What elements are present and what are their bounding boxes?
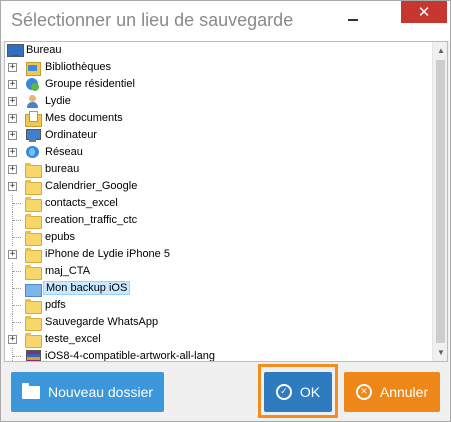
folder-icon (25, 162, 42, 178)
folder-tree-list: Bureau + Bibliothèques + Groupe résidentiel… (5, 42, 433, 362)
network-icon (25, 145, 40, 159)
check-circle-icon: ✓ (275, 384, 292, 400)
scroll-thumb[interactable] (436, 60, 445, 343)
tree-item-label: bureau (45, 163, 80, 175)
tree-item[interactable]: creation_traffic_ctc (5, 212, 433, 229)
tree-connector (12, 314, 22, 331)
expand-plus-icon[interactable]: + (8, 250, 17, 259)
title-bar: Sélectionner un lieu de sauvegarde ✕ (1, 1, 450, 41)
expand-plus-icon[interactable]: + (8, 114, 17, 123)
expand-plus-icon[interactable]: + (8, 182, 17, 191)
tree-item-bureau[interactable]: Bureau (5, 42, 433, 59)
vertical-scrollbar[interactable]: ▲ ▼ (432, 42, 447, 361)
tree-item-label: Bibliothèques (45, 61, 112, 73)
tree-item-label: Calendrier_Google (45, 180, 138, 192)
folder-icon (25, 298, 42, 314)
tree-item-label: Réseau (45, 146, 83, 158)
dialog-title: Sélectionner un lieu de sauvegarde (11, 10, 294, 30)
tree-connector (12, 195, 22, 212)
dialog-footer: Nouveau dossier ✓ OK ✕ Annuler (1, 362, 450, 421)
tree-item-label: Mes documents (45, 112, 123, 124)
minimize-button[interactable] (339, 7, 367, 27)
save-location-dialog: Sélectionner un lieu de sauvegarde ✕ Bur… (0, 0, 451, 422)
ok-button[interactable]: ✓ OK (264, 372, 332, 412)
tree-item-label: Bureau (26, 44, 62, 56)
tree-item[interactable]: pdfs (5, 297, 433, 314)
folder-icon (25, 213, 42, 229)
tree-item[interactable]: iOS8-4-compatible-artwork-all-lang (5, 348, 433, 362)
tree-item[interactable]: + iPhone de Lydie iPhone 5 (5, 246, 433, 263)
tree-item[interactable]: + Groupe résidentiel (5, 76, 433, 93)
tree-item-label: creation_traffic_ctc (45, 214, 138, 226)
tree-item-label: iOS8-4-compatible-artwork-all-lang (45, 350, 215, 362)
folder-icon (25, 315, 42, 331)
folder-icon (25, 281, 42, 297)
libraries-icon (25, 60, 41, 76)
folder-icon (21, 382, 40, 399)
new-folder-label: Nouveau dossier (47, 384, 154, 400)
folder-icon (25, 179, 42, 195)
folder-icon (25, 247, 42, 263)
tree-item-label: Sauvegarde WhatsApp (45, 316, 159, 328)
expand-plus-icon[interactable]: + (8, 80, 17, 89)
tree-item-label: Lydie (45, 95, 71, 107)
user-folder-icon (25, 94, 40, 108)
tree-connector (12, 297, 22, 314)
tree-item[interactable]: epubs (5, 229, 433, 246)
tree-item-label: maj_CTA (45, 265, 91, 277)
expand-plus-icon[interactable]: + (8, 63, 17, 72)
tree-item-label: iPhone de Lydie iPhone 5 (45, 248, 170, 260)
tree-item-label: epubs (45, 231, 75, 243)
cancel-circle-icon: ✕ (355, 384, 372, 400)
scroll-down-arrow-icon[interactable]: ▼ (433, 344, 447, 361)
tree-connector (12, 263, 22, 280)
folder-icon (25, 230, 42, 246)
tree-item[interactable]: maj_CTA (5, 263, 433, 280)
cancel-button[interactable]: ✕ Annuler (344, 372, 440, 412)
folder-icon (25, 264, 42, 280)
tree-item-label: pdfs (45, 299, 66, 311)
tree-connector (12, 280, 22, 297)
expand-plus-icon[interactable]: + (8, 97, 17, 106)
expand-plus-icon[interactable]: + (8, 165, 17, 174)
scroll-up-arrow-icon[interactable]: ▲ (433, 42, 447, 59)
tree-item-label: Ordinateur (45, 129, 97, 141)
expand-plus-icon[interactable]: + (8, 131, 17, 140)
tree-item-label: teste_excel (45, 333, 101, 345)
computer-icon (25, 128, 41, 142)
tree-connector (12, 212, 22, 229)
archive-icon (25, 349, 41, 361)
tree-item[interactable]: + Calendrier_Google (5, 178, 433, 195)
homegroup-icon (25, 77, 40, 91)
folder-tree[interactable]: Bureau + Bibliothèques + Groupe résidentiel… (4, 41, 448, 362)
tree-item[interactable]: + Lydie (5, 93, 433, 110)
tree-item[interactable]: Mon backup iOS (5, 280, 433, 297)
tree-item-label: contacts_excel (45, 197, 118, 209)
tree-item[interactable]: + Mes documents (5, 110, 433, 127)
expand-plus-icon[interactable]: + (8, 335, 17, 344)
close-button[interactable]: ✕ (401, 1, 447, 23)
tree-item[interactable]: + Réseau (5, 144, 433, 161)
folder-icon (25, 196, 42, 212)
ok-label: OK (299, 384, 321, 400)
folder-icon (25, 332, 42, 348)
tree-item[interactable]: + teste_excel (5, 331, 433, 348)
documents-icon (25, 111, 42, 127)
tree-item-label: Mon backup iOS (43, 281, 131, 295)
tree-connector (12, 229, 22, 246)
expand-plus-icon[interactable]: + (8, 148, 17, 157)
tree-item[interactable]: contacts_excel (5, 195, 433, 212)
minimize-icon (348, 19, 358, 21)
tree-item[interactable]: Sauvegarde WhatsApp (5, 314, 433, 331)
tree-item-label: Groupe résidentiel (45, 78, 135, 90)
tree-item[interactable]: + Ordinateur (5, 127, 433, 144)
tree-item[interactable]: + Bibliothèques (5, 59, 433, 76)
tree-connector (12, 348, 22, 361)
desktop-icon (7, 43, 24, 57)
cancel-label: Annuler (379, 384, 429, 400)
new-folder-button[interactable]: Nouveau dossier (11, 372, 164, 412)
tree-item[interactable]: + bureau (5, 161, 433, 178)
